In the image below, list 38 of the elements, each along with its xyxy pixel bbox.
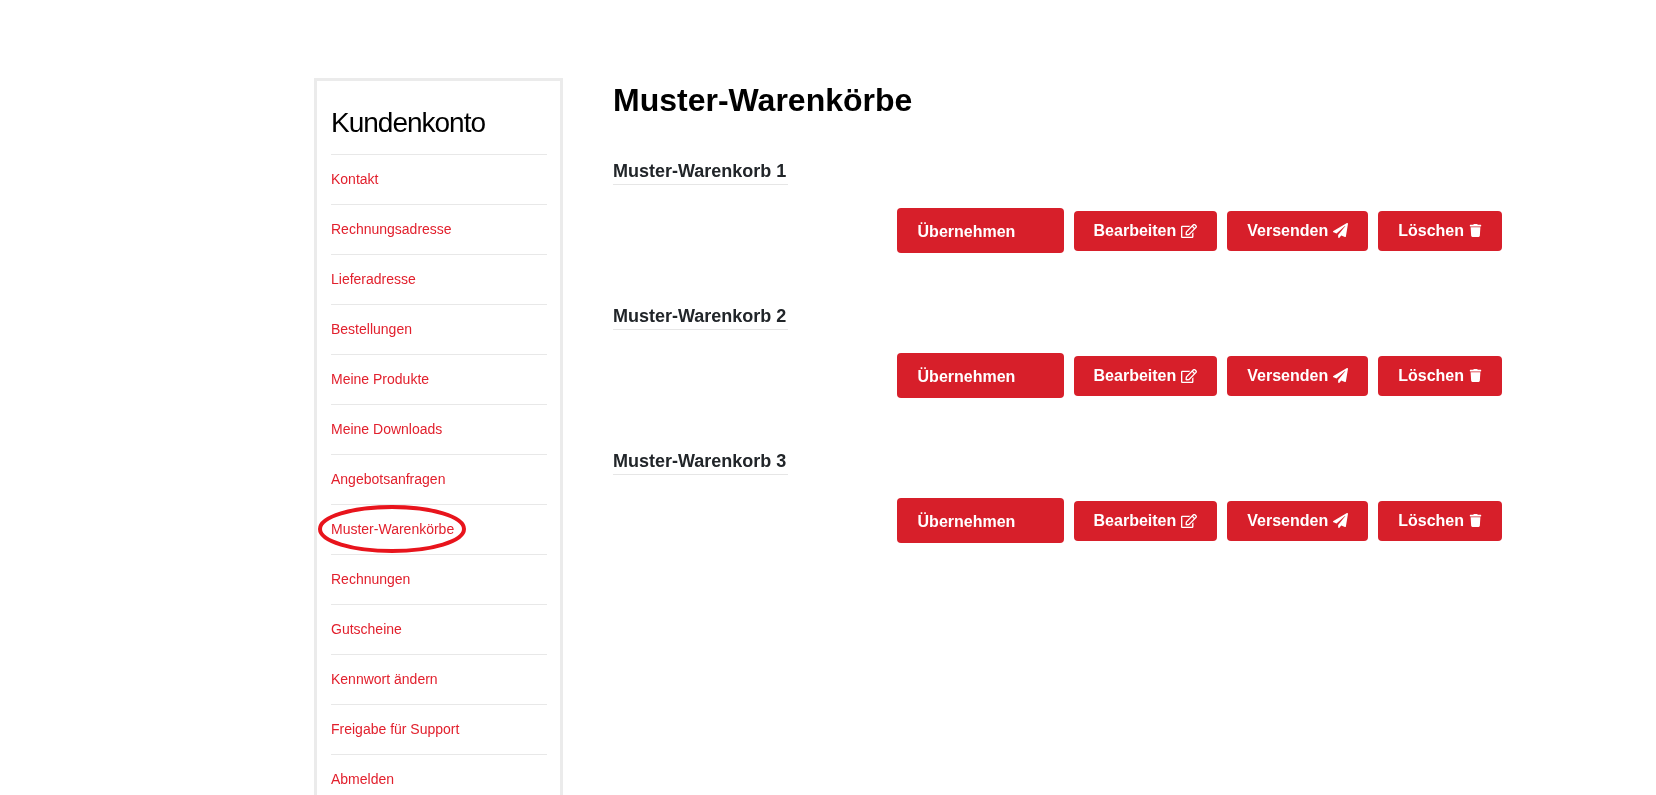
cart-title: Muster-Warenkorb 2 — [613, 305, 789, 330]
paper-plane-icon — [1333, 513, 1349, 528]
trash-icon — [1469, 514, 1482, 527]
sidebar-link[interactable]: Lieferadresse — [331, 271, 416, 288]
sidebar-link[interactable]: Meine Downloads — [331, 421, 443, 438]
sidebar-link[interactable]: Bestellungen — [331, 321, 412, 338]
edit-button[interactable]: Bearbeiten — [1073, 210, 1218, 251]
edit-button[interactable]: Bearbeiten — [1073, 355, 1218, 396]
trash-icon — [1469, 369, 1482, 382]
sidebar-link[interactable]: Freigabe für Support — [331, 721, 460, 738]
apply-button[interactable]: Übernehmen — [896, 353, 1064, 398]
sidebar-link[interactable]: Rechnungen — [331, 571, 411, 588]
delete-button[interactable]: Löschen — [1378, 500, 1502, 541]
edit-button[interactable]: Bearbeiten — [1073, 500, 1218, 541]
edit-icon — [1181, 222, 1198, 239]
page-title: Muster-Warenkörbe — [613, 81, 913, 119]
sidebar-title: Kundenkonto — [331, 106, 486, 140]
sidebar-link[interactable]: Gutscheine — [331, 621, 402, 638]
sidebar-link[interactable]: Abmelden — [331, 771, 395, 788]
sidebar-link[interactable]: Rechnungsadresse — [331, 221, 452, 238]
delete-button[interactable]: Löschen — [1378, 210, 1502, 251]
sidebar-link[interactable]: Meine Produkte — [331, 371, 430, 388]
apply-button[interactable]: Übernehmen — [896, 498, 1064, 543]
edit-icon — [1181, 512, 1198, 529]
send-button[interactable]: Versenden — [1227, 355, 1369, 396]
cart-title: Muster-Warenkorb 3 — [613, 450, 789, 475]
paper-plane-icon — [1333, 223, 1349, 238]
sidebar-link[interactable]: Kontakt — [331, 171, 379, 188]
send-button[interactable]: Versenden — [1227, 500, 1369, 541]
paper-plane-icon — [1333, 368, 1349, 383]
trash-icon — [1469, 224, 1482, 237]
send-button[interactable]: Versenden — [1227, 210, 1369, 251]
delete-button[interactable]: Löschen — [1378, 355, 1502, 396]
sidebar-link[interactable]: Kennwort ändern — [331, 671, 438, 688]
apply-button[interactable]: Übernehmen — [896, 208, 1064, 253]
edit-icon — [1181, 367, 1198, 384]
sidebar-link[interactable]: Angebotsanfragen — [331, 471, 446, 488]
cart-title: Muster-Warenkorb 1 — [613, 160, 789, 185]
